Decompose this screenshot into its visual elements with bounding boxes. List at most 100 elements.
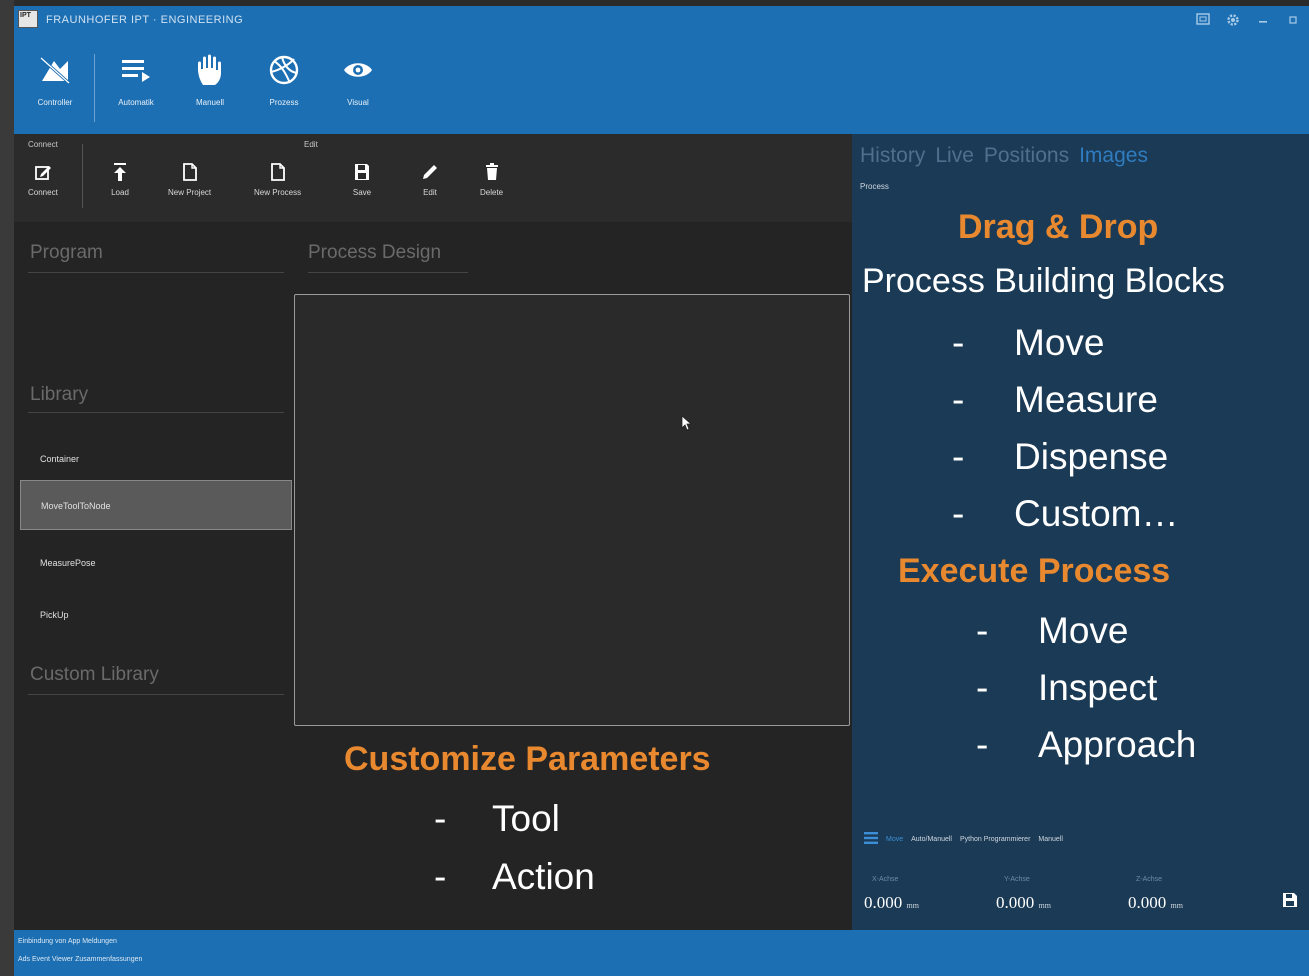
nav-automatik-label: Automatik	[118, 98, 154, 107]
app-window: IPT FRAUNHOFER IPT · ENGINEERING Control…	[0, 0, 1309, 976]
nav-visual[interactable]: Visual	[327, 50, 389, 130]
list-item-text: Custom…	[1014, 492, 1179, 534]
status-bar: Einbindung von App Meldungen Ads Event V…	[14, 930, 1309, 976]
mode-auto-manuell[interactable]: Auto/Manuell	[911, 836, 952, 843]
process-design-canvas[interactable]	[294, 294, 850, 726]
tab-history[interactable]: History	[860, 144, 925, 168]
list-item-text: Move	[1014, 321, 1105, 363]
ball-icon	[264, 50, 304, 90]
customize-parameters-list: - Tool - Action	[434, 790, 595, 906]
list-item-text: Measure	[1014, 378, 1158, 420]
nav-prozess[interactable]: Prozess	[253, 50, 315, 130]
program-divider	[28, 272, 284, 273]
new-project-label: New Project	[168, 188, 212, 197]
axis-z-value: 0.000	[1128, 893, 1167, 912]
delete-button[interactable]: Delete	[480, 160, 503, 197]
save-position-button[interactable]	[1282, 892, 1298, 913]
floppy-icon	[352, 160, 372, 184]
toolbar-group-connect: Connect	[28, 140, 58, 149]
gear-icon[interactable]	[1225, 12, 1241, 28]
hand-icon	[190, 50, 230, 90]
list-item: - Dispense	[952, 428, 1178, 485]
mode-move[interactable]: Move	[886, 836, 903, 843]
new-project-button[interactable]: New Project	[168, 160, 211, 197]
axis-y-label: Y-Achse	[1004, 876, 1030, 883]
list-item: - Move	[976, 602, 1196, 659]
list-item-text: Move	[1038, 609, 1129, 651]
list-item-text: Approach	[1038, 723, 1197, 765]
library-item-container[interactable]: Container	[20, 434, 292, 484]
right-subtitle: Process	[860, 182, 889, 191]
toolbar-group-edit: Edit	[304, 140, 318, 149]
fullscreen-icon[interactable]	[1195, 12, 1211, 28]
ribbon: IPT FRAUNHOFER IPT · ENGINEERING Control…	[14, 6, 1309, 134]
nav-manuell-label: Manuell	[195, 98, 224, 107]
list-dash: -	[976, 609, 989, 651]
list-item-text: Inspect	[1038, 666, 1158, 708]
new-process-button[interactable]: New Process	[254, 160, 301, 197]
maximize-icon[interactable]	[1285, 12, 1301, 28]
edit-label: Edit	[423, 188, 437, 197]
load-button[interactable]: Load	[110, 160, 130, 197]
execute-process-list: - Move - Inspect - Approach	[976, 602, 1196, 773]
save-label: Save	[352, 188, 372, 197]
axis-y-unit: mm	[1038, 901, 1051, 910]
edit-button[interactable]: Edit	[420, 160, 440, 197]
app-title: FRAUNHOFER IPT · ENGINEERING	[46, 14, 244, 26]
library-item-pickup[interactable]: PickUp	[20, 590, 292, 640]
tab-images[interactable]: Images	[1079, 144, 1148, 168]
new-file-icon	[180, 160, 200, 184]
drag-drop-title: Drag & Drop	[958, 208, 1159, 246]
title-bar: IPT FRAUNHOFER IPT · ENGINEERING	[14, 6, 1309, 38]
new-process-label: New Process	[254, 188, 302, 197]
floppy-icon	[1283, 893, 1297, 907]
window-controls	[1195, 12, 1301, 28]
left-panel: Program Process Design Library Container…	[14, 222, 852, 930]
list-item: - Tool	[434, 790, 595, 848]
toolbar-separator	[82, 144, 83, 208]
load-label: Load	[111, 188, 129, 197]
list-item: - Move	[952, 314, 1178, 371]
save-button[interactable]: Save	[352, 160, 372, 197]
edit-box-icon	[33, 160, 53, 184]
axis-z-unit: mm	[1170, 901, 1183, 910]
toolbar: Connect Edit Connect Load New Project Ne…	[14, 134, 852, 220]
main-nav: Controller Automatik Manuell Prozess Vis…	[24, 50, 401, 130]
axis-z: Z-Achse 0.000 mm	[1128, 876, 1218, 913]
axis-z-readout: 0.000 mm	[1128, 893, 1218, 913]
customize-parameters-title: Customize Parameters	[344, 740, 711, 778]
pencil-icon	[420, 160, 440, 184]
controller-icon	[35, 50, 75, 90]
execute-process-title: Execute Process	[898, 552, 1171, 590]
list-item: - Approach	[976, 716, 1196, 773]
library-item-movetooltonode[interactable]: MoveToolToNode	[20, 480, 292, 530]
nav-prozess-label: Prozess	[269, 98, 299, 107]
list-dash: -	[434, 798, 447, 839]
list-item: - Custom…	[952, 485, 1178, 542]
axis-x: X-Achse 0.000 mm	[864, 876, 954, 913]
tab-positions[interactable]: Positions	[984, 144, 1069, 168]
axis-readout-row: X-Achse 0.000 mm Y-Achse 0.000 mm Z-Achs…	[864, 876, 1304, 924]
library-item-measurepose[interactable]: MeasurePose	[20, 538, 292, 588]
library-divider	[28, 412, 284, 413]
axis-x-unit: mm	[906, 901, 919, 910]
mode-manuell[interactable]: Manuell	[1038, 836, 1063, 843]
connect-button[interactable]: Connect	[28, 160, 58, 197]
eye-icon	[338, 50, 378, 90]
minimize-icon[interactable]	[1255, 12, 1271, 28]
tab-live[interactable]: Live	[935, 144, 974, 168]
axis-x-value: 0.000	[864, 893, 903, 912]
drag-drop-list: - Move - Measure - Dispense - Custom…	[952, 314, 1178, 542]
nav-visual-label: Visual	[347, 98, 369, 107]
mode-python[interactable]: Python Programmierer	[960, 836, 1030, 843]
axis-x-label: X-Achse	[872, 876, 899, 883]
axis-y-readout: 0.000 mm	[996, 893, 1086, 913]
right-tabs: History Live Positions Images	[860, 144, 1148, 168]
custom-library-divider	[28, 694, 284, 695]
list-dash: -	[952, 492, 965, 534]
nav-automatik[interactable]: Automatik	[105, 50, 167, 130]
status-line-1: Einbindung von App Meldungen	[18, 938, 117, 945]
nav-controller[interactable]: Controller	[24, 50, 86, 130]
nav-manuell[interactable]: Manuell	[179, 50, 241, 130]
status-line-2: Ads Event Viewer Zusammenfassungen	[18, 956, 143, 963]
